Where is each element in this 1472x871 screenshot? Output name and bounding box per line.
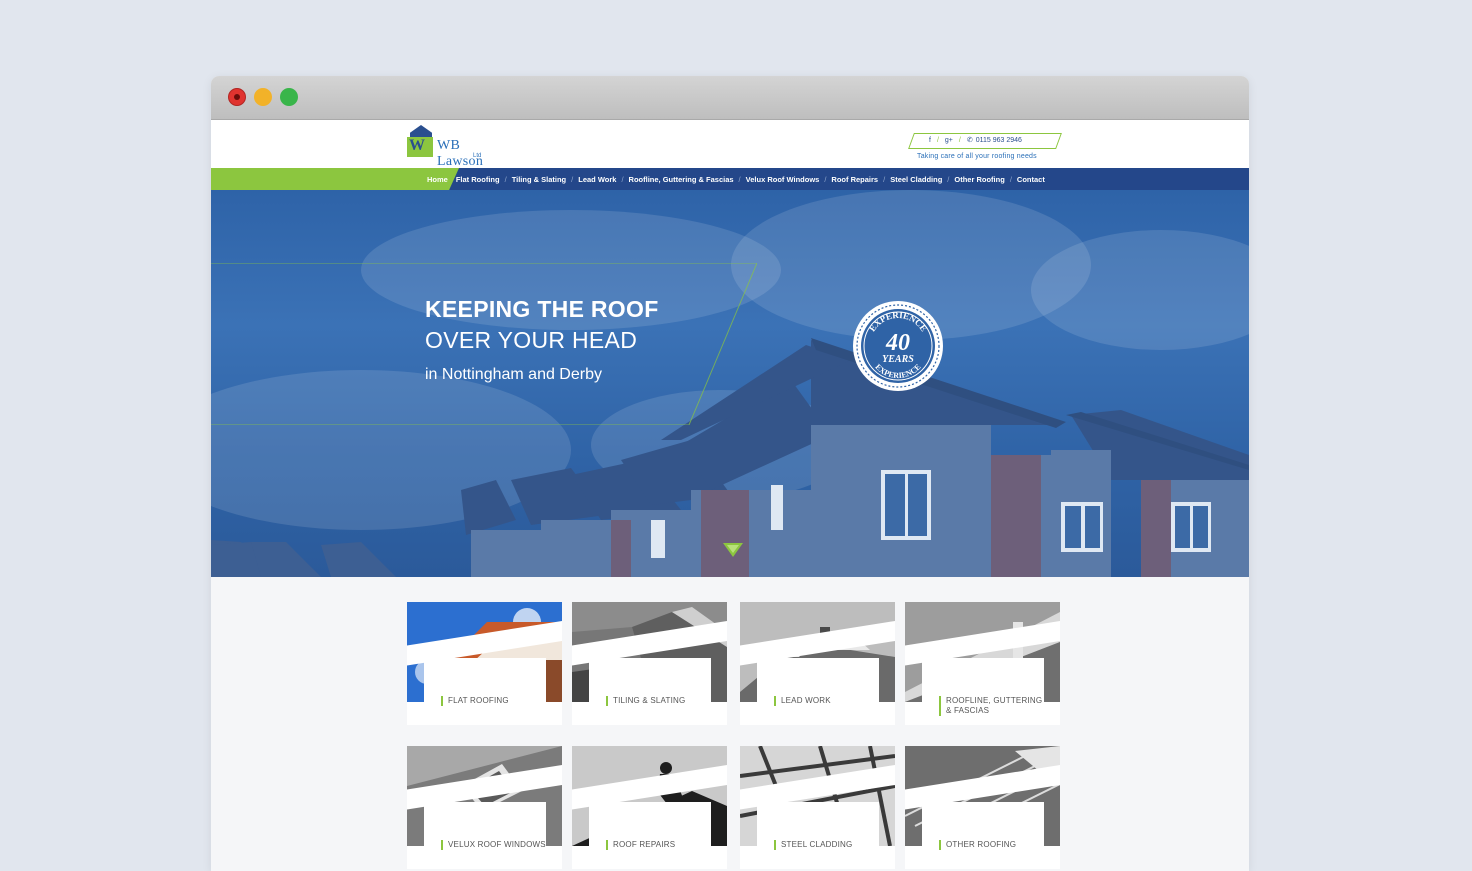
- hero-subtitle: in Nottingham and Derby: [425, 366, 602, 383]
- service-label-box: ROOFLINE, GUTTERING & FASCIAS: [922, 658, 1044, 725]
- browser-window: WB Lawson Ltd f / g+ / ✆ 0115 963 2946 T…: [211, 76, 1249, 871]
- service-label: FLAT ROOFING: [441, 696, 548, 706]
- nav-menu: Home Flat Roofing / Tiling & Slating / L…: [423, 168, 1049, 190]
- service-label-box: ROOF REPAIRS: [589, 802, 711, 869]
- scroll-down-chevron-icon[interactable]: [723, 543, 743, 559]
- service-label: STEEL CLADDING: [774, 840, 881, 850]
- contact-separator: /: [958, 136, 961, 144]
- contact-bar: f / g+ / ✆ 0115 963 2946: [915, 133, 1061, 147]
- service-card-roofline[interactable]: ROOFLINE, GUTTERING & FASCIAS: [905, 602, 1060, 725]
- service-card-tiling-slating[interactable]: TILING & SLATING: [572, 602, 727, 725]
- hero-banner: KEEPING THE ROOF OVER YOUR HEAD in Notti…: [211, 190, 1249, 577]
- nav-item-other-roofing[interactable]: Other Roofing: [950, 175, 1008, 184]
- service-label: TILING & SLATING: [606, 696, 713, 706]
- service-card-other-roofing[interactable]: OTHER ROOFING: [905, 746, 1060, 869]
- contact-separator: /: [936, 136, 939, 144]
- nav-item-roof-repairs[interactable]: Roof Repairs: [827, 175, 882, 184]
- nav-item-steel-cladding[interactable]: Steel Cladding: [886, 175, 946, 184]
- service-label-box: STEEL CLADDING: [757, 802, 879, 869]
- nav-item-roofline[interactable]: Roofline, Guttering & Fascias: [625, 175, 738, 184]
- logo-suffix: Ltd: [473, 153, 482, 159]
- close-window-button[interactable]: [228, 88, 246, 106]
- hero-title-line2: OVER YOUR HEAD: [425, 327, 638, 353]
- phone-number[interactable]: 0115 963 2946: [976, 137, 1022, 144]
- service-label-box: VELUX ROOF WINDOWS: [424, 802, 546, 869]
- service-label-box: OTHER ROOFING: [922, 802, 1044, 869]
- logo-mark-icon: [407, 137, 433, 157]
- nav-accent-bar: [211, 168, 459, 190]
- service-label: ROOF REPAIRS: [606, 840, 713, 850]
- site-header: WB Lawson Ltd f / g+ / ✆ 0115 963 2946 T…: [211, 120, 1249, 169]
- service-card-flat-roofing[interactable]: FLAT ROOFING: [407, 602, 562, 725]
- service-label-box: FLAT ROOFING: [424, 658, 546, 725]
- company-logo[interactable]: WB Lawson Ltd: [407, 125, 497, 169]
- service-label: VELUX ROOF WINDOWS: [441, 840, 548, 850]
- service-label-box: LEAD WORK: [757, 658, 879, 725]
- badge-years: YEARS: [882, 354, 914, 365]
- browser-titlebar: [211, 76, 1249, 120]
- service-label: LEAD WORK: [774, 696, 881, 706]
- google-plus-icon[interactable]: g+: [945, 137, 953, 144]
- phone-icon: ✆: [966, 137, 973, 144]
- service-label: ROOFLINE, GUTTERING & FASCIAS: [939, 696, 1046, 716]
- nav-item-home[interactable]: Home: [423, 175, 452, 184]
- service-card-lead-work[interactable]: LEAD WORK: [740, 602, 895, 725]
- experience-badge: EXPERIENCE 40 YEARS EXPERIENCE: [853, 301, 943, 391]
- nav-item-tiling-slating[interactable]: Tiling & Slating: [508, 175, 570, 184]
- nav-item-velux[interactable]: Velux Roof Windows: [742, 175, 824, 184]
- service-card-roof-repairs[interactable]: ROOF REPAIRS: [572, 746, 727, 869]
- website-page: WB Lawson Ltd f / g+ / ✆ 0115 963 2946 T…: [211, 120, 1249, 871]
- logo-name: WB Lawson: [437, 138, 484, 169]
- service-card-velux[interactable]: VELUX ROOF WINDOWS: [407, 746, 562, 869]
- nav-item-contact[interactable]: Contact: [1013, 175, 1049, 184]
- tagline: Taking care of all your roofing needs: [917, 153, 1037, 160]
- hero-title-line1: KEEPING THE ROOF: [425, 296, 659, 322]
- service-label: OTHER ROOFING: [939, 840, 1046, 850]
- facebook-icon[interactable]: f: [929, 137, 931, 144]
- nav-item-lead-work[interactable]: Lead Work: [574, 175, 620, 184]
- hero-headline: KEEPING THE ROOF OVER YOUR HEAD in Notti…: [425, 296, 659, 384]
- minimize-window-button[interactable]: [254, 88, 272, 106]
- service-card-steel-cladding[interactable]: STEEL CLADDING: [740, 746, 895, 869]
- maximize-window-button[interactable]: [280, 88, 298, 106]
- service-label-box: TILING & SLATING: [589, 658, 711, 725]
- badge-number: 40: [885, 330, 910, 356]
- nav-item-flat-roofing[interactable]: Flat Roofing: [452, 175, 504, 184]
